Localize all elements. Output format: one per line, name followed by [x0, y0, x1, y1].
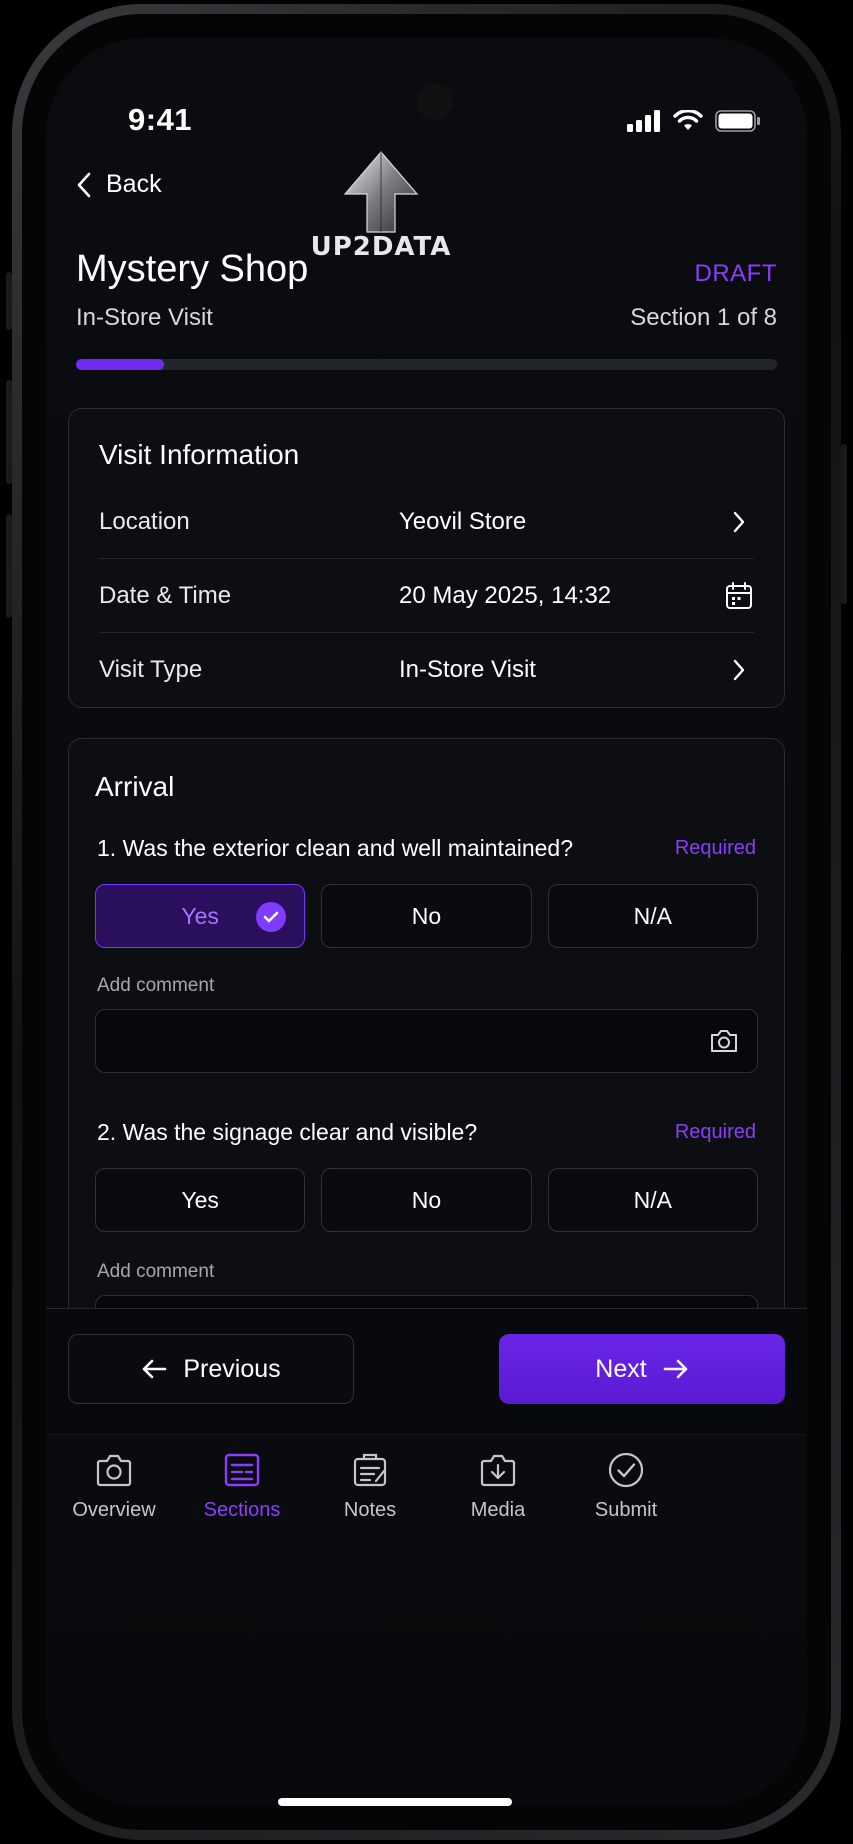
tab-label: Media — [470, 1499, 526, 1521]
check-circle-icon — [608, 1452, 644, 1488]
previous-label: Previous — [183, 1354, 281, 1383]
tab-notes[interactable]: Notes — [310, 1451, 430, 1522]
row-value: 20 May 2025, 14:32 — [399, 581, 612, 609]
option-label: N/A — [633, 902, 672, 929]
next-button[interactable]: Next — [499, 1334, 785, 1404]
option-label: Yes — [181, 902, 219, 929]
progress-fill — [76, 359, 164, 370]
phone-frame: 9:41 Back UP2DATA Mystery Shop DRAFT In-… — [12, 4, 841, 1840]
tab-sections[interactable]: Sections — [182, 1451, 302, 1522]
arrival-card: Arrival 1. Was the exterior clean and we… — [68, 738, 785, 1378]
wifi-icon — [673, 110, 703, 130]
answer-options: Yes No N/A — [95, 884, 758, 948]
battery-icon — [715, 110, 760, 132]
app-screen: 9:41 Back UP2DATA Mystery Shop DRAFT In-… — [46, 38, 807, 1806]
next-label: Next — [595, 1354, 647, 1383]
tab-bar: Overview Sections Notes Media Submit — [46, 1434, 807, 1614]
previous-button[interactable]: Previous — [68, 1334, 354, 1404]
back-button[interactable]: Back — [76, 170, 162, 199]
page-subtitle: In-Store Visit — [76, 304, 213, 331]
action-bar: Previous Next — [46, 1309, 807, 1434]
option-label: No — [411, 902, 442, 929]
comment-label: Add comment — [97, 1261, 215, 1282]
option-label: N/A — [633, 1186, 672, 1213]
question-text: 2. Was the signage clear and visible? — [97, 1119, 478, 1145]
row-label: Location — [99, 507, 190, 535]
power-button[interactable] — [841, 444, 847, 604]
status-icons — [627, 110, 761, 132]
option-yes[interactable]: Yes — [95, 884, 306, 948]
calendar-icon[interactable] — [725, 581, 753, 610]
question-text: 1. Was the exterior clean and well maint… — [97, 835, 574, 861]
option-label: Yes — [181, 1186, 219, 1213]
tab-label: Sections — [203, 1499, 281, 1521]
tab-label: Notes — [343, 1499, 397, 1521]
chevron-right-icon — [733, 659, 745, 681]
progress-bar — [76, 359, 777, 370]
arrow-right-icon — [663, 1359, 688, 1379]
comment-label: Add comment — [97, 975, 215, 996]
option-na[interactable]: N/A — [547, 1168, 758, 1232]
notes-icon — [353, 1453, 387, 1487]
visit-info-card: Visit Information Location Yeovil Store … — [68, 408, 785, 708]
brand-logo: UP2DATA — [306, 150, 456, 262]
answer-options: Yes No N/A — [95, 1168, 758, 1232]
date-time-row[interactable]: Date & Time 20 May 2025, 14:32 — [99, 559, 754, 633]
tab-label: Overview — [72, 1499, 156, 1521]
option-label: No — [411, 1186, 442, 1213]
arrow-left-icon — [143, 1359, 167, 1379]
dynamic-island-camera — [417, 84, 453, 120]
sections-icon — [224, 1453, 260, 1487]
option-no[interactable]: No — [321, 1168, 532, 1232]
visit-type-row[interactable]: Visit Type In-Store Visit — [99, 633, 754, 707]
tab-media[interactable]: Media — [438, 1451, 558, 1522]
home-indicator[interactable] — [278, 1798, 512, 1806]
required-label: Required — [674, 1121, 756, 1143]
comment-input[interactable] — [95, 1009, 758, 1073]
camera-icon — [96, 1454, 132, 1487]
card-title: Arrival — [95, 771, 175, 802]
tab-label: Submit — [594, 1499, 658, 1521]
phone-bezel: 9:41 Back UP2DATA Mystery Shop DRAFT In-… — [22, 14, 831, 1830]
location-row[interactable]: Location Yeovil Store — [99, 485, 754, 559]
check-icon — [256, 902, 287, 932]
camera-icon[interactable] — [709, 1028, 739, 1059]
row-value: Yeovil Store — [399, 507, 527, 535]
status-time: 9:41 — [128, 102, 193, 137]
status-badge: DRAFT — [694, 260, 777, 287]
signal-icon — [627, 110, 660, 132]
logo-text: UP2DATA — [310, 232, 452, 262]
row-value: In-Store Visit — [399, 656, 536, 683]
required-label: Required — [674, 837, 756, 859]
option-na[interactable]: N/A — [547, 884, 758, 948]
tab-submit[interactable]: Submit — [566, 1451, 686, 1522]
row-label: Date & Time — [99, 581, 232, 609]
chevron-left-icon — [77, 172, 91, 197]
page-title: Mystery Shop — [76, 248, 309, 290]
up-arrow-logo-icon — [343, 151, 419, 233]
option-no[interactable]: No — [321, 884, 532, 948]
chevron-right-icon — [733, 511, 745, 532]
card-title: Visit Information — [99, 439, 300, 470]
back-label: Back — [106, 170, 162, 198]
tab-overview[interactable]: Overview — [54, 1451, 174, 1522]
option-yes[interactable]: Yes — [95, 1168, 306, 1232]
row-label: Visit Type — [99, 656, 203, 683]
media-icon — [480, 1454, 516, 1487]
section-indicator: Section 1 of 8 — [630, 304, 777, 331]
